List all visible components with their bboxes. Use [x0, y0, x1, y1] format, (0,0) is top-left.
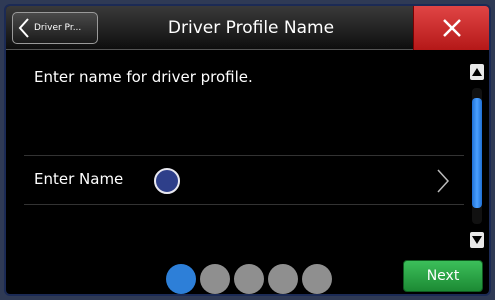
divider [24, 204, 464, 205]
page-dot-2 [200, 264, 230, 294]
scrollbar-thumb[interactable] [472, 98, 482, 208]
back-button-label: Driver Pr... [34, 23, 82, 33]
enter-name-row[interactable]: Enter Name [24, 156, 464, 204]
screen-frame: Driver Pr... Driver Profile Name Enter n… [4, 4, 491, 296]
chevron-right-icon [437, 169, 450, 193]
close-button[interactable] [413, 6, 489, 50]
page-dot-5 [302, 264, 332, 294]
page-indicator [166, 264, 332, 294]
touch-point-indicator [154, 168, 180, 194]
title-bar: Driver Pr... Driver Profile Name [6, 6, 489, 50]
instruction-text: Enter name for driver profile. [34, 68, 253, 86]
page-dot-4 [268, 264, 298, 294]
next-button[interactable]: Next [403, 260, 483, 292]
scroll-down-button[interactable] [470, 232, 484, 248]
arrow-down-icon [472, 236, 482, 244]
page-dot-1 [166, 264, 196, 294]
page-dot-3 [234, 264, 264, 294]
enter-name-label: Enter Name [34, 170, 124, 188]
close-icon [442, 19, 461, 37]
arrow-up-icon [472, 68, 482, 76]
page-title: Driver Profile Name [167, 18, 335, 38]
back-button[interactable]: Driver Pr... [12, 12, 98, 44]
chevron-left-icon [18, 18, 29, 38]
scroll-up-button[interactable] [470, 64, 484, 80]
scrollbar-track[interactable] [472, 88, 482, 224]
